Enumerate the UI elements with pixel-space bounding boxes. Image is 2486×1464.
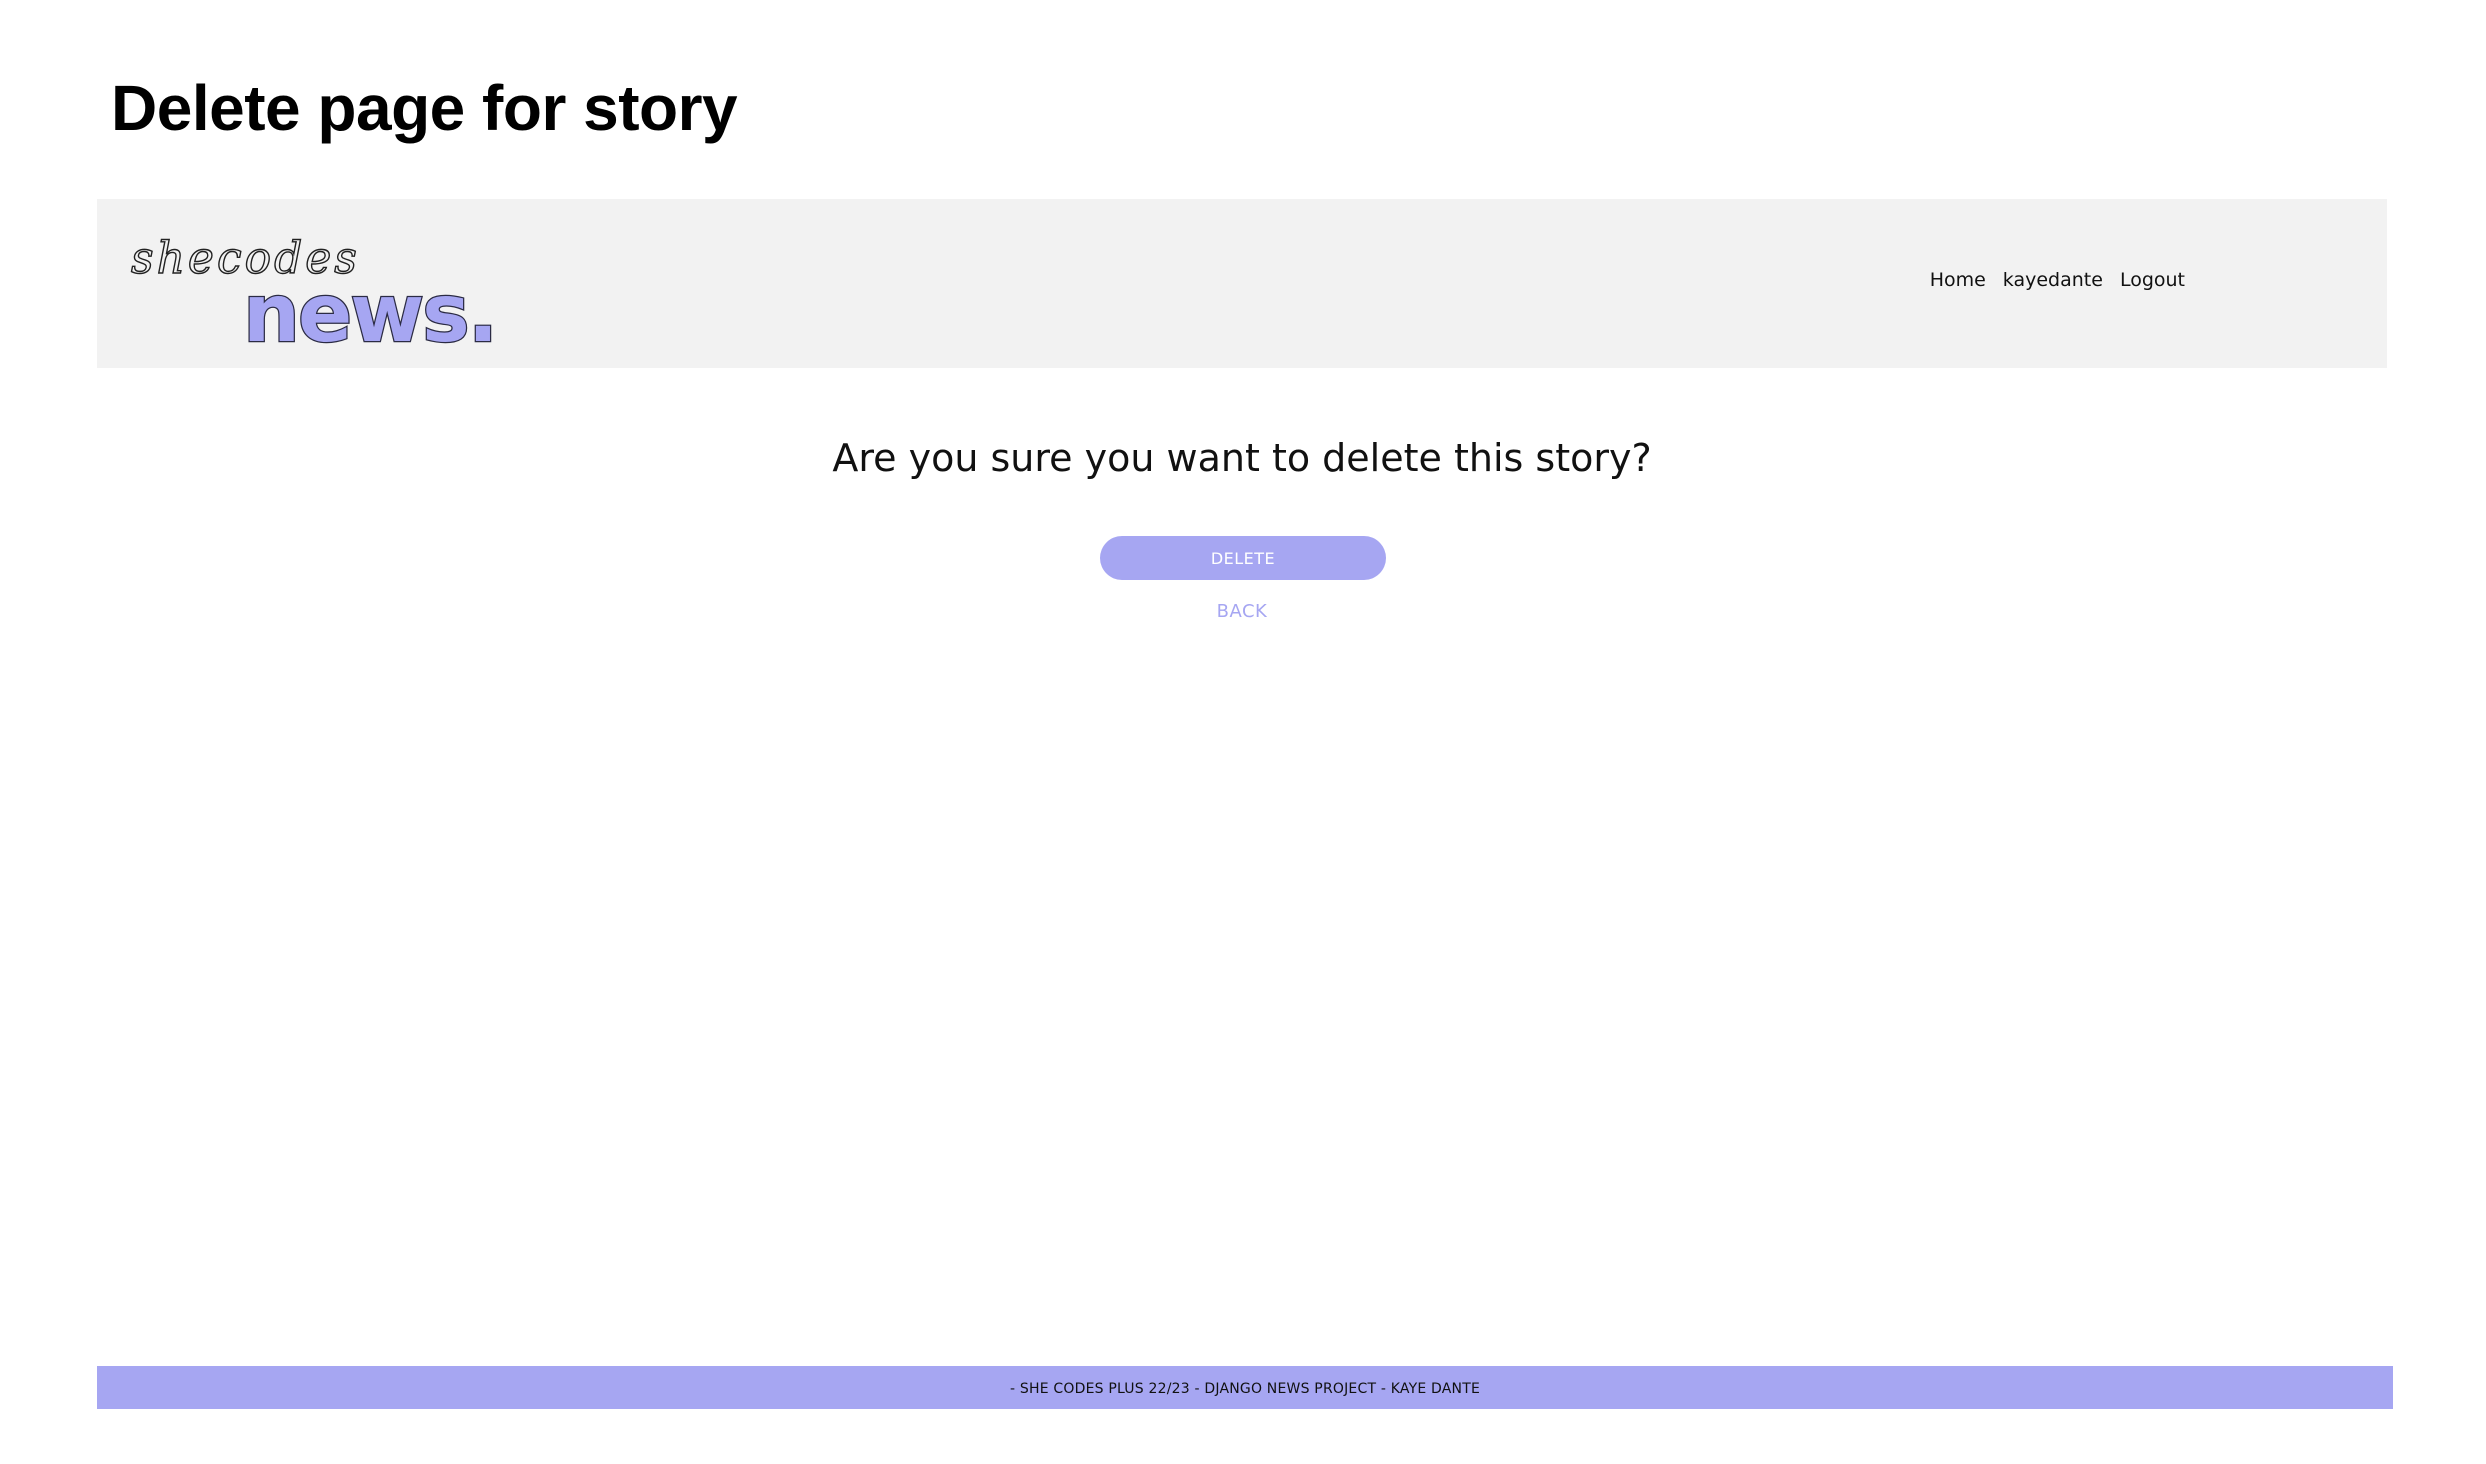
nav-link-profile[interactable]: kayedante: [2003, 266, 2103, 294]
nav-link-logout[interactable]: Logout: [2120, 266, 2185, 294]
navbar: shecodes news. Home kayedante Logout: [97, 199, 2387, 368]
back-link[interactable]: BACK: [97, 601, 2387, 622]
delete-button[interactable]: DELETE: [1100, 536, 1386, 580]
site-logo[interactable]: shecodes news.: [129, 227, 509, 361]
page-title: Delete page for story: [111, 72, 738, 144]
logo-wordmark-text: news.: [243, 267, 496, 360]
page: Delete page for story shecodes news. Hom…: [0, 0, 2486, 1464]
main-nav: Home kayedante Logout: [1930, 266, 2185, 294]
footer: - SHE CODES PLUS 22/23 - DJANGO NEWS PRO…: [97, 1366, 2393, 1409]
confirm-heading: Are you sure you want to delete this sto…: [832, 436, 1652, 480]
footer-text: - SHE CODES PLUS 22/23 - DJANGO NEWS PRO…: [1009, 1381, 1481, 1397]
nav-link-home[interactable]: Home: [1930, 266, 1986, 294]
